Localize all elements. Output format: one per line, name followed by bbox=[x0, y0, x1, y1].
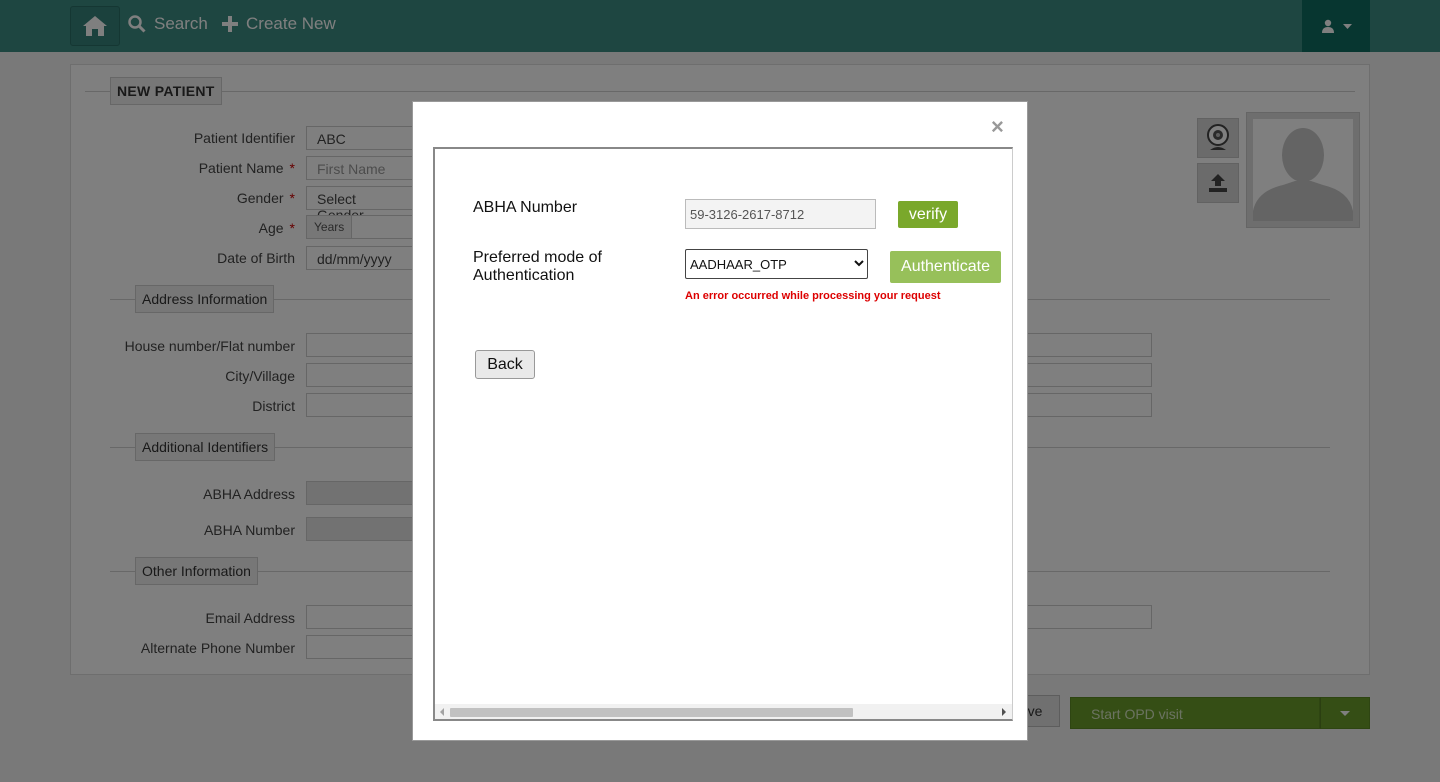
close-icon[interactable]: × bbox=[991, 116, 1004, 138]
error-message: An error occurred while processing your … bbox=[685, 290, 941, 302]
auth-mode-label: Preferred mode of Authentication bbox=[473, 249, 602, 284]
back-button[interactable]: Back bbox=[475, 350, 535, 379]
authenticate-button[interactable]: Authenticate bbox=[890, 251, 1001, 283]
abha-verification-dialog: × ABHA Number 59-3126-2617-8712 verify P… bbox=[412, 101, 1028, 741]
abha-number-label: ABHA Number bbox=[473, 199, 578, 216]
dialog-iframe: ABHA Number 59-3126-2617-8712 verify Pre… bbox=[433, 147, 1013, 721]
scrollbar-thumb[interactable] bbox=[450, 708, 853, 717]
auth-mode-select[interactable]: AADHAAR_OTP bbox=[685, 249, 868, 279]
verify-button[interactable]: verify bbox=[898, 201, 958, 228]
horizontal-scrollbar[interactable] bbox=[435, 704, 1012, 719]
abha-number-input[interactable]: 59-3126-2617-8712 bbox=[685, 199, 876, 229]
chevron-down-icon bbox=[854, 260, 864, 267]
scroll-right-icon[interactable] bbox=[1002, 708, 1006, 716]
auth-mode-value: AADHAAR_OTP bbox=[690, 257, 787, 272]
scroll-left-icon[interactable] bbox=[440, 708, 444, 716]
